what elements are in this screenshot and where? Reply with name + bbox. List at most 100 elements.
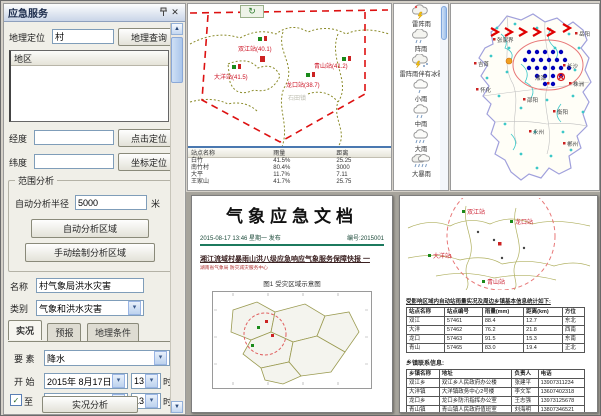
tab-live[interactable]: 实况 xyxy=(8,320,42,340)
table-cell: 25.25 xyxy=(333,158,391,166)
start-date-value: 2015年 8月17日 xyxy=(47,375,112,388)
svg-text:永州: 永州 xyxy=(533,128,544,136)
rainstorm-icon xyxy=(410,154,432,169)
map-refresh-icon[interactable]: ↻ xyxy=(240,5,264,18)
legend-label: 大雨 xyxy=(415,145,428,154)
table-row: 双江乡双江乡人民政府办公楼张建平13907311234 xyxy=(407,379,585,388)
scrollbar-thumb[interactable] xyxy=(171,37,183,83)
figure-caption: 图1 受灾区域示意图 xyxy=(200,278,384,288)
live-analysis-button[interactable]: 实况分析 xyxy=(42,396,138,413)
scroll-up-icon[interactable]: ▲ xyxy=(171,23,183,35)
table-cell: 13607402318 xyxy=(538,388,585,397)
svg-text:湘潭: 湘潭 xyxy=(535,74,547,82)
station-stats-header: 站点名称站点编号雨量(mm)距离(km)方位 xyxy=(407,308,585,317)
tab-geo-condition[interactable]: 地理条件 xyxy=(87,323,139,341)
table-row: 南竹村80.4%3000 xyxy=(188,165,391,172)
table-cell: 青山镇人民政府值班室 xyxy=(439,406,512,414)
geo-locate-input[interactable] xyxy=(52,29,114,44)
table-cell: 大洋镇 xyxy=(407,388,440,397)
start-date-picker[interactable]: 2015年 8月17日 ▾ xyxy=(44,373,128,389)
table-cell: 李文军 xyxy=(512,388,538,397)
table-cell: 11.7% xyxy=(270,172,333,179)
auto-radius-input[interactable] xyxy=(75,195,147,210)
svg-text:长沙: 长沙 xyxy=(567,62,579,70)
table-cell: 东北 xyxy=(562,317,585,326)
tab-forecast[interactable]: 预报 xyxy=(47,323,81,341)
chevron-down-icon[interactable]: ▾ xyxy=(145,374,158,388)
auto-region-button[interactable]: 自动分析区域 xyxy=(31,219,149,238)
legend-label: 雷阵雨伴有冰雹 xyxy=(399,70,443,79)
latitude-input[interactable] xyxy=(34,154,114,169)
chevron-down-icon[interactable]: ▾ xyxy=(145,394,158,408)
name-input[interactable] xyxy=(36,278,144,293)
table-cell: 83.0 xyxy=(482,344,523,353)
pin-icon[interactable] xyxy=(157,7,169,19)
table-cell: 张建平 xyxy=(512,379,538,388)
panel-titlebar[interactable]: 应急服务 ✕ xyxy=(4,4,185,22)
weather-legend-panel: 雷阵雨 阵雨 雷阵雨伴有冰雹 小雨 中雨 大雨 xyxy=(393,3,449,191)
document-date: 2015-08-17 13:46 星期一 发布 xyxy=(200,233,281,242)
panel-scrollbar[interactable]: ▲ ▼ xyxy=(170,23,184,413)
svg-text:大洋站(41.5): 大洋站(41.5) xyxy=(214,73,248,81)
province-map[interactable]: 岳阳 张家界 吉首 怀化 长沙 株洲 湘潭 邵阳 衡阳 永州 郴州 xyxy=(450,3,600,191)
legend-label: 中雨 xyxy=(415,120,428,129)
table-row: 青山5746583.019.4正北 xyxy=(407,344,585,353)
svg-text:青山站(41.2): 青山站(41.2) xyxy=(314,62,348,70)
column-header: 距离(km) xyxy=(524,308,563,317)
element-select[interactable]: 降水 ▾ xyxy=(44,350,170,366)
document-page-2[interactable]: 双江站 龙口站 大洋站 青山站 受影响区域内自动站雨量实况及周边乡镇基本信息统计… xyxy=(399,195,598,413)
element-label: 要 素 xyxy=(14,352,35,365)
svg-text:青山站: 青山站 xyxy=(487,278,505,286)
province-map-canvas[interactable]: 岳阳 张家界 吉首 怀化 长沙 株洲 湘潭 邵阳 衡阳 永州 郴州 xyxy=(451,4,599,190)
region-listbox[interactable]: 地区 xyxy=(9,50,169,122)
table-cell: 王家山 xyxy=(188,179,270,186)
document-number: 编号:2015001 xyxy=(347,233,384,242)
figure-county-shapes xyxy=(231,302,359,384)
table-row: 大平11.7%7.11 xyxy=(188,172,391,179)
latitude-label: 纬度 xyxy=(9,156,27,169)
category-select[interactable]: 气象和洪水灾害 ▾ xyxy=(36,300,144,316)
contact-table-subtitle: 乡镇联系信息: xyxy=(406,358,591,367)
document-title: 气象应急文档 xyxy=(200,202,384,227)
table-cell: 13807346521 xyxy=(538,406,585,414)
analysis-map-canvas[interactable]: 双江站(40.1) 大洋站(41.5) 龙口站(38.7) 青山站(41.2) … xyxy=(188,4,391,148)
category-label: 类别 xyxy=(10,302,28,315)
analysis-map[interactable]: 双江站(40.1) 大洋站(41.5) 龙口站(38.7) 青山站(41.2) … xyxy=(187,3,392,191)
legend-scrollbar[interactable] xyxy=(440,4,448,190)
table-row: 双江5746188.412.7东北 xyxy=(407,317,585,326)
table-row: 龙口5746391.515.3东南 xyxy=(407,335,585,344)
result-table-body: 白竹41.5%25.25南竹村80.4%3000大平11.7%7.11王家山41… xyxy=(188,158,391,187)
manual-region-button[interactable]: 手动绘制分析区域 xyxy=(25,243,155,262)
table-cell: 57462 xyxy=(444,326,482,335)
table-cell: 白竹 xyxy=(188,158,270,166)
table-cell: 57461 xyxy=(444,317,482,326)
chevron-down-icon[interactable]: ▾ xyxy=(112,374,125,388)
station-result-table[interactable]: 站点名称雨量距离 白竹41.5%25.25南竹村80.4%3000大平11.7%… xyxy=(188,146,391,190)
chevron-down-icon[interactable]: ▾ xyxy=(128,301,141,315)
table-cell: 3000 xyxy=(333,165,391,172)
region-column-header[interactable]: 地区 xyxy=(11,51,168,66)
legend-scrollbar-thumb[interactable] xyxy=(441,6,447,40)
svg-text:龙口站: 龙口站 xyxy=(515,218,533,226)
svg-text:张家界: 张家界 xyxy=(497,36,514,44)
detail-county-lines xyxy=(408,206,590,290)
light-rain-icon xyxy=(410,79,432,94)
scroll-down-icon[interactable]: ▼ xyxy=(171,401,183,413)
table-cell: 南竹村 xyxy=(188,165,270,172)
document-subline: 湖南省气象局 防灾减灾服务中心 xyxy=(200,264,375,271)
thunder-hail-icon xyxy=(410,54,432,69)
end-time-checkbox[interactable]: ✓ xyxy=(10,394,22,406)
table-cell: 龙口乡防汛指挥办公室 xyxy=(439,397,512,406)
table-cell: 西南 xyxy=(562,326,585,335)
table-cell: 7.11 xyxy=(333,172,391,179)
column-header: 乡镇名称 xyxy=(407,370,440,379)
thunderstorm-icon xyxy=(410,4,432,19)
close-icon[interactable]: ✕ xyxy=(169,7,181,18)
column-header: 雨量(mm) xyxy=(482,308,523,317)
longitude-input[interactable] xyxy=(34,130,114,145)
emergency-service-panel: 应急服务 ✕ 地理定位 地理查询 地区 经度 点击定位 纬度 坐标定位 范围分析… xyxy=(3,3,186,415)
chevron-down-icon[interactable]: ▾ xyxy=(154,351,167,365)
start-hour-select[interactable]: 13 ▾ xyxy=(131,373,161,389)
table-cell: 大平 xyxy=(188,172,270,179)
document-page-1[interactable]: 气象应急文档 2015-08-17 13:46 星期一 发布 编号:201500… xyxy=(191,195,393,413)
